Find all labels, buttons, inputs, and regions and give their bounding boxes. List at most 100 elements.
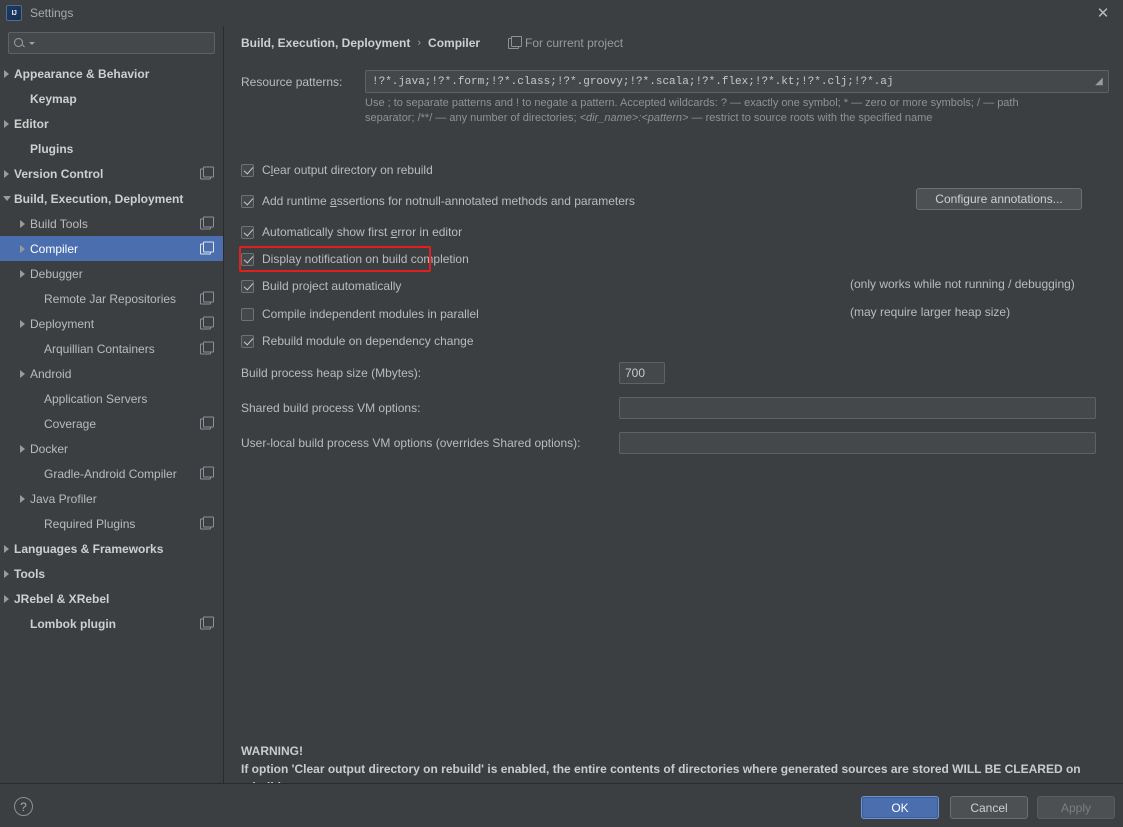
chevron-right-icon[interactable]: [1, 567, 14, 580]
apply-button[interactable]: Apply: [1037, 796, 1115, 819]
project-scope-note: For current project: [508, 35, 624, 50]
sidebar-item-remote-jar-repositories[interactable]: Remote Jar Repositories: [0, 286, 223, 311]
sidebar-item-gradle-android-compiler[interactable]: Gradle-Android Compiler: [0, 461, 223, 486]
dialog-button-bar: ? OK Cancel Apply: [0, 783, 1123, 827]
project-scope-label: For current project: [525, 36, 624, 50]
chevron-right-icon[interactable]: [17, 442, 30, 455]
sidebar-item-version-control[interactable]: Version Control: [0, 161, 223, 186]
sidebar-item-deployment[interactable]: Deployment: [0, 311, 223, 336]
checkbox-label: Clear output directory on rebuild: [262, 163, 433, 177]
input-shared-build-process-vm-options[interactable]: [619, 397, 1096, 419]
chevron-right-icon[interactable]: [17, 242, 30, 255]
breadcrumb-root[interactable]: Build, Execution, Deployment: [241, 36, 410, 50]
input-build-process-heap-size-mbytes[interactable]: [619, 362, 665, 384]
checkbox-compile-independent-modules-in-parallel[interactable]: Compile independent modules in parallel: [241, 305, 479, 323]
title-bar: Settings ✕: [0, 0, 1123, 26]
chevron-right-icon[interactable]: [1, 592, 14, 605]
intellij-idea-logo-icon: [6, 5, 22, 21]
chevron-right-icon[interactable]: [1, 167, 14, 180]
field-label-text: User-local build process VM options (ove…: [241, 436, 581, 450]
checkbox-add-runtime-assertions-for-notnull-annotated-methods-and-parameters[interactable]: Add runtime assertions for notnull-annot…: [241, 192, 635, 210]
help-line-2: separator; /**/ — any number of director…: [365, 111, 1110, 126]
input-user-local-build-process-vm-options-overrides-shared-options-field[interactable]: [620, 433, 1095, 453]
chevron-right-icon[interactable]: [17, 367, 30, 380]
input-user-local-build-process-vm-options-overrides-shared-options[interactable]: [619, 432, 1096, 454]
checkbox-checked-icon[interactable]: [241, 225, 254, 239]
sidebar-item-build-execution-deployment[interactable]: Build, Execution, Deployment: [0, 186, 223, 211]
checkbox-label: Add runtime assertions for notnull-annot…: [262, 194, 635, 208]
sidebar-item-label: Editor: [14, 116, 49, 131]
help-question-icon[interactable]: ?: [14, 797, 33, 816]
checkbox-display-notification-on-build-completion[interactable]: Display notification on build completion: [241, 250, 469, 268]
sidebar-item-label: Version Control: [14, 166, 104, 181]
sidebar-item-application-servers[interactable]: Application Servers: [0, 386, 223, 411]
configure-annotations-button[interactable]: Configure annotations...: [916, 188, 1082, 210]
checkbox-checked-icon[interactable]: [241, 163, 254, 177]
chevron-right-icon[interactable]: [1, 117, 14, 130]
sidebar-item-debugger[interactable]: Debugger: [0, 261, 223, 286]
expand-editor-icon[interactable]: ◢: [1090, 71, 1108, 92]
checkbox-automatically-show-first-error-in-editor[interactable]: Automatically show first error in editor: [241, 223, 462, 241]
sidebar-item-label: Keymap: [30, 91, 77, 106]
breadcrumb-leaf: Compiler: [428, 36, 481, 50]
sidebar-item-jrebel-xrebel[interactable]: JRebel & XRebel: [0, 586, 223, 611]
sidebar-item-arquillian-containers[interactable]: Arquillian Containers: [0, 336, 223, 361]
input-shared-build-process-vm-options-field[interactable]: [620, 398, 1095, 418]
sidebar-item-lombok-plugin[interactable]: Lombok plugin: [0, 611, 223, 636]
sidebar-item-label: Build, Execution, Deployment: [14, 191, 184, 206]
sidebar-item-docker[interactable]: Docker: [0, 436, 223, 461]
checkbox-clear-output-directory-on-rebuild[interactable]: Clear output directory on rebuild: [241, 161, 433, 179]
sidebar-item-label: JRebel & XRebel: [14, 591, 110, 606]
checkbox-checked-icon[interactable]: [241, 194, 254, 208]
search-box[interactable]: [8, 32, 215, 54]
sidebar-item-required-plugins[interactable]: Required Plugins: [0, 511, 223, 536]
cancel-button[interactable]: Cancel: [950, 796, 1028, 819]
help-line-2-a: separator; /**/ — any number of director…: [365, 112, 580, 124]
sidebar-item-android[interactable]: Android: [0, 361, 223, 386]
input-build-process-heap-size-mbytes-field[interactable]: [620, 363, 664, 383]
checkbox-label: Compile independent modules in parallel: [262, 307, 479, 321]
chevron-right-icon[interactable]: [17, 217, 30, 230]
help-line-1: Use ; to separate patterns and ! to nega…: [365, 97, 1019, 109]
sidebar-item-appearance-behavior[interactable]: Appearance & Behavior: [0, 61, 223, 86]
search-input[interactable]: [35, 36, 209, 50]
checkbox-checked-icon[interactable]: [241, 334, 254, 348]
search-icon: [14, 37, 26, 49]
checkbox-checked-icon[interactable]: [241, 279, 254, 293]
sidebar-item-coverage[interactable]: Coverage: [0, 411, 223, 436]
checkbox-label: Display notification on build completion: [262, 252, 469, 266]
chevron-right-icon[interactable]: [17, 317, 30, 330]
close-icon[interactable]: ✕: [1093, 4, 1113, 22]
resource-patterns-field[interactable]: ◢: [365, 70, 1109, 93]
sidebar-item-plugins[interactable]: Plugins: [0, 136, 223, 161]
cancel-button-label: Cancel: [970, 800, 1008, 815]
project-scope-icon: [200, 516, 214, 529]
sidebar-item-languages-frameworks[interactable]: Languages & Frameworks: [0, 536, 223, 561]
checkbox-side-note: (may require larger heap size): [850, 305, 1011, 319]
checkbox-unchecked-icon[interactable]: [241, 307, 254, 321]
sidebar-item-tools[interactable]: Tools: [0, 561, 223, 586]
sidebar-item-label: Arquillian Containers: [44, 341, 155, 356]
sidebar-item-keymap[interactable]: Keymap: [0, 86, 223, 111]
checkbox-rebuild-module-on-dependency-change[interactable]: Rebuild module on dependency change: [241, 332, 474, 350]
chevron-down-icon[interactable]: [1, 192, 14, 205]
sidebar-item-compiler[interactable]: Compiler: [0, 236, 223, 261]
chevron-right-icon[interactable]: [17, 267, 30, 280]
sidebar-item-editor[interactable]: Editor: [0, 111, 223, 136]
chevron-right-icon[interactable]: [17, 492, 30, 505]
checkbox-build-project-automatically[interactable]: Build project automatically: [241, 277, 401, 295]
sidebar-item-build-tools[interactable]: Build Tools: [0, 211, 223, 236]
checkbox-checked-icon[interactable]: [241, 252, 254, 266]
project-scope-icon: [200, 291, 214, 304]
chevron-right-icon[interactable]: [1, 542, 14, 555]
resource-patterns-input[interactable]: [366, 71, 1090, 92]
sidebar-item-label: Compiler: [30, 241, 79, 256]
sidebar-item-label: Lombok plugin: [30, 616, 116, 631]
sidebar-item-java-profiler[interactable]: Java Profiler: [0, 486, 223, 511]
checkbox-label: Automatically show first error in editor: [262, 225, 463, 239]
chevron-right-icon[interactable]: [1, 67, 14, 80]
ok-button[interactable]: OK: [861, 796, 939, 819]
